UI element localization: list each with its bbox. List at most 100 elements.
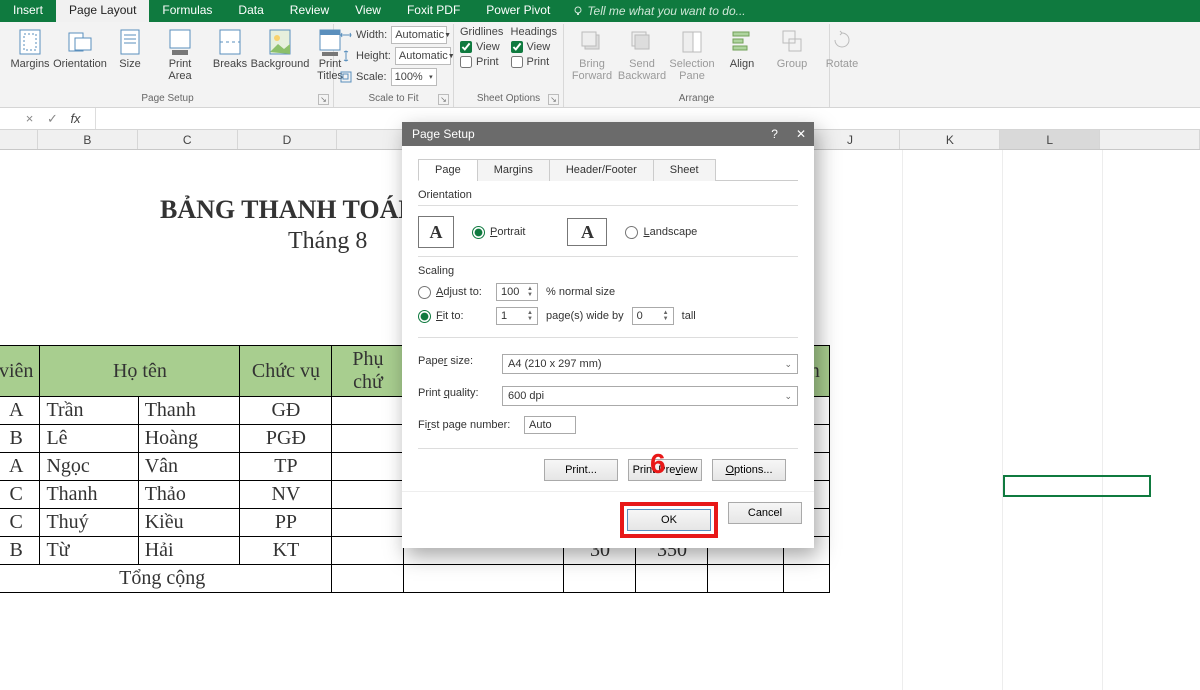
bring-forward-icon: [578, 28, 606, 56]
group-launcher-pagesetup[interactable]: ↘: [318, 94, 329, 105]
table-cell[interactable]: A: [0, 397, 40, 425]
table-cell[interactable]: NV: [240, 481, 332, 509]
table-cell[interactable]: Thảo: [138, 481, 240, 509]
group-sheet-options: Gridlines View Print Headings View Print…: [454, 24, 564, 107]
background-icon: [266, 28, 294, 56]
orientation-legend: Orientation: [418, 189, 472, 201]
margins-button[interactable]: Margins: [8, 26, 52, 72]
table-cell[interactable]: B: [0, 425, 40, 453]
print-button[interactable]: Print...: [544, 459, 618, 481]
cancel-formula-icon[interactable]: ×: [22, 111, 37, 126]
tab-formulas[interactable]: Formulas: [149, 0, 225, 22]
tab-foxit[interactable]: Foxit PDF: [394, 0, 473, 22]
table-cell[interactable]: Thanh: [138, 397, 240, 425]
scale-label: Scale:: [356, 71, 387, 83]
table-cell[interactable]: GĐ: [240, 397, 332, 425]
adjust-spinner[interactable]: 100▲▼: [496, 283, 538, 301]
gridlines-print-checkbox[interactable]: [460, 56, 472, 68]
table-cell[interactable]: Vân: [138, 453, 240, 481]
table-cell[interactable]: Trần: [40, 397, 138, 425]
group-launcher-scaletofit[interactable]: ↘: [438, 94, 449, 105]
tab-page-layout[interactable]: Page Layout: [56, 0, 149, 22]
size-button[interactable]: Size: [108, 26, 152, 72]
scale-input[interactable]: 100%▾: [391, 68, 437, 86]
col-header[interactable]: K: [900, 130, 1000, 149]
table-cell[interactable]: [332, 425, 404, 453]
dialog-tab-margins[interactable]: Margins: [477, 159, 550, 181]
table-cell[interactable]: [332, 453, 404, 481]
col-header[interactable]: D: [238, 130, 338, 149]
tab-insert[interactable]: Insert: [0, 0, 56, 22]
adjust-to-radio[interactable]: Adjust to:: [418, 286, 488, 299]
table-cell[interactable]: [332, 397, 404, 425]
col-header[interactable]: J: [801, 130, 901, 149]
col-header[interactable]: L: [1000, 130, 1100, 149]
dialog-tab-page[interactable]: Page: [418, 159, 478, 181]
sheet-title-2: Tháng 8: [288, 228, 367, 255]
col-header[interactable]: [1100, 130, 1200, 149]
headings-print-checkbox[interactable]: [511, 56, 523, 68]
tab-view[interactable]: View: [342, 0, 394, 22]
height-select[interactable]: Automatic▼: [395, 47, 451, 65]
width-select[interactable]: Automatic▼: [391, 26, 447, 44]
table-cell[interactable]: Kiều: [138, 509, 240, 537]
group-arrange: Bring Forward Send Backward Selection Pa…: [564, 24, 830, 107]
tab-powerpivot[interactable]: Power Pivot: [473, 0, 563, 22]
table-cell[interactable]: Hoàng: [138, 425, 240, 453]
table-header: viên: [0, 346, 40, 397]
ok-button[interactable]: OK: [627, 509, 711, 531]
table-cell[interactable]: KT: [240, 537, 332, 565]
table-cell[interactable]: [332, 537, 404, 565]
align-button[interactable]: Align: [720, 26, 764, 72]
table-cell[interactable]: Hải: [138, 537, 240, 565]
table-cell[interactable]: C: [0, 481, 40, 509]
enter-formula-icon[interactable]: ✓: [45, 111, 60, 127]
table-cell[interactable]: Ngọc: [40, 453, 138, 481]
bring-forward-button: Bring Forward: [570, 26, 614, 84]
dialog-close-icon[interactable]: ✕: [796, 127, 806, 141]
dialog-titlebar[interactable]: Page Setup ? ✕: [402, 122, 814, 146]
tab-review[interactable]: Review: [277, 0, 342, 22]
fit-wide-spinner[interactable]: 1▲▼: [496, 307, 538, 325]
print-quality-select[interactable]: 600 dpi⌄: [502, 386, 798, 406]
dialog-tab-headerfooter[interactable]: Header/Footer: [549, 159, 654, 181]
table-cell[interactable]: PGĐ: [240, 425, 332, 453]
background-button[interactable]: Background: [258, 26, 302, 72]
paper-size-select[interactable]: A4 (210 x 297 mm)⌄: [502, 354, 798, 374]
first-page-input[interactable]: Auto: [524, 416, 576, 434]
table-cell[interactable]: [332, 481, 404, 509]
headings-view-checkbox[interactable]: [511, 41, 523, 53]
table-cell[interactable]: PP: [240, 509, 332, 537]
fx-icon[interactable]: fx: [68, 111, 83, 126]
dialog-title: Page Setup: [412, 127, 475, 141]
table-cell[interactable]: Từ: [40, 537, 138, 565]
table-cell[interactable]: A: [0, 453, 40, 481]
group-launcher-sheetoptions[interactable]: ↘: [548, 94, 559, 105]
table-cell[interactable]: Thuý: [40, 509, 138, 537]
table-cell[interactable]: [332, 509, 404, 537]
sheet-title-1: BẢNG THANH TOÁN: [160, 195, 417, 225]
orientation-button[interactable]: Orientation: [58, 26, 102, 72]
dialog-tab-sheet[interactable]: Sheet: [653, 159, 716, 181]
breaks-button[interactable]: Breaks: [208, 26, 252, 72]
options-button[interactable]: Options...: [712, 459, 786, 481]
col-header[interactable]: B: [38, 130, 138, 149]
fit-tall-spinner[interactable]: 0▲▼: [632, 307, 674, 325]
tab-data[interactable]: Data: [225, 0, 276, 22]
table-cell[interactable]: Lê: [40, 425, 138, 453]
table-cell[interactable]: Thanh: [40, 481, 138, 509]
print-area-button[interactable]: Print Area: [158, 26, 202, 84]
table-cell[interactable]: C: [0, 509, 40, 537]
table-cell[interactable]: TP: [240, 453, 332, 481]
col-header[interactable]: C: [138, 130, 238, 149]
table-cell[interactable]: B: [0, 537, 40, 565]
tell-me-search[interactable]: Tell me what you want to do...: [563, 0, 755, 22]
portrait-radio[interactable]: PPortraitortrait: [472, 226, 525, 239]
gridlines-view-checkbox[interactable]: [460, 41, 472, 53]
pages-wide-label: page(s) wide by: [546, 310, 624, 322]
landscape-radio[interactable]: Landscape: [625, 226, 697, 239]
fit-to-radio[interactable]: Fit to:: [418, 310, 488, 323]
col-header[interactable]: [0, 130, 38, 149]
cancel-button[interactable]: Cancel: [728, 502, 802, 524]
dialog-help-icon[interactable]: ?: [771, 127, 778, 141]
